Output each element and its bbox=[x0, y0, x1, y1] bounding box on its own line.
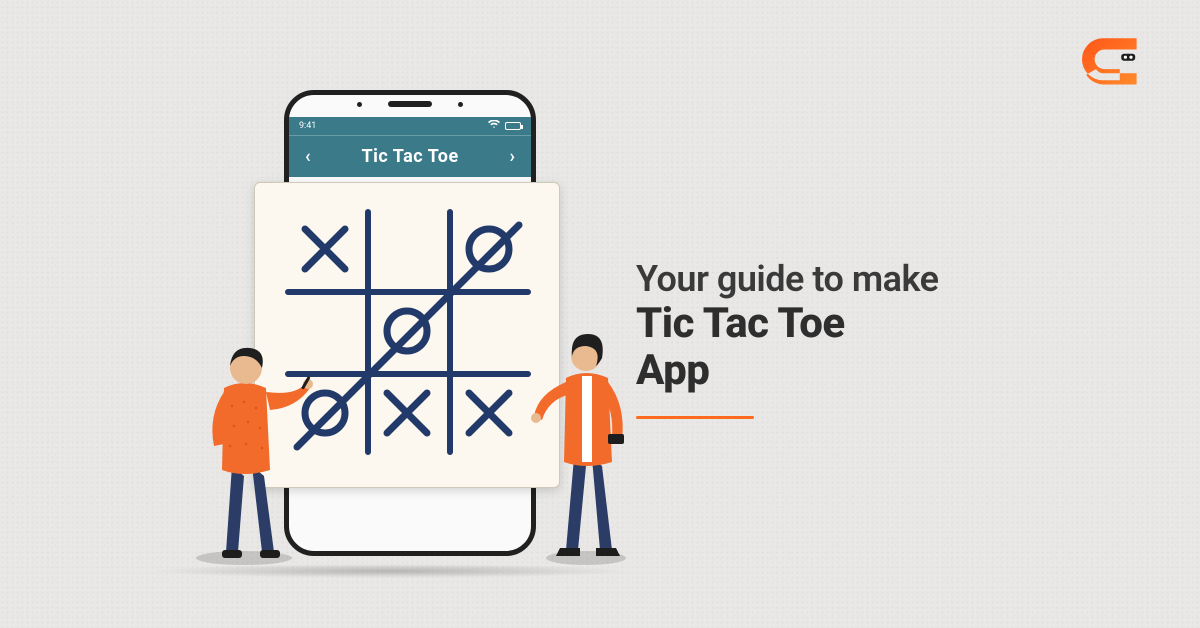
forward-chevron-icon[interactable]: › bbox=[504, 142, 521, 171]
wifi-icon bbox=[488, 120, 500, 132]
heading-underline bbox=[636, 416, 754, 419]
cell-1-1[interactable] bbox=[367, 291, 447, 371]
phone-status-bar: 9:41 bbox=[289, 117, 531, 135]
heading-line-1: Your guide to make bbox=[636, 258, 938, 300]
status-time: 9:41 bbox=[299, 121, 316, 131]
ground-shadow bbox=[150, 564, 630, 578]
app-bar: ‹ Tic Tac Toe › bbox=[289, 135, 531, 177]
app-title: Tic Tac Toe bbox=[362, 146, 459, 167]
tic-tac-toe-grid bbox=[285, 209, 531, 455]
phone-notch bbox=[289, 95, 531, 117]
cell-2-1[interactable] bbox=[367, 373, 447, 453]
back-chevron-icon[interactable]: ‹ bbox=[299, 142, 317, 171]
person-left-illustration bbox=[174, 326, 314, 566]
battery-icon bbox=[505, 122, 521, 130]
cell-2-2[interactable] bbox=[449, 373, 529, 453]
heading-line-2: Tic Tac Toe bbox=[636, 300, 938, 347]
brand-logo bbox=[1082, 38, 1152, 96]
heading-line-3: App bbox=[636, 347, 938, 394]
cell-0-1[interactable] bbox=[367, 209, 447, 289]
person-right-illustration bbox=[530, 316, 650, 566]
cell-0-2[interactable] bbox=[449, 209, 529, 289]
cell-1-2[interactable] bbox=[449, 291, 529, 371]
cell-0-0[interactable] bbox=[285, 209, 365, 289]
hero-heading: Your guide to make Tic Tac Toe App bbox=[636, 258, 938, 419]
